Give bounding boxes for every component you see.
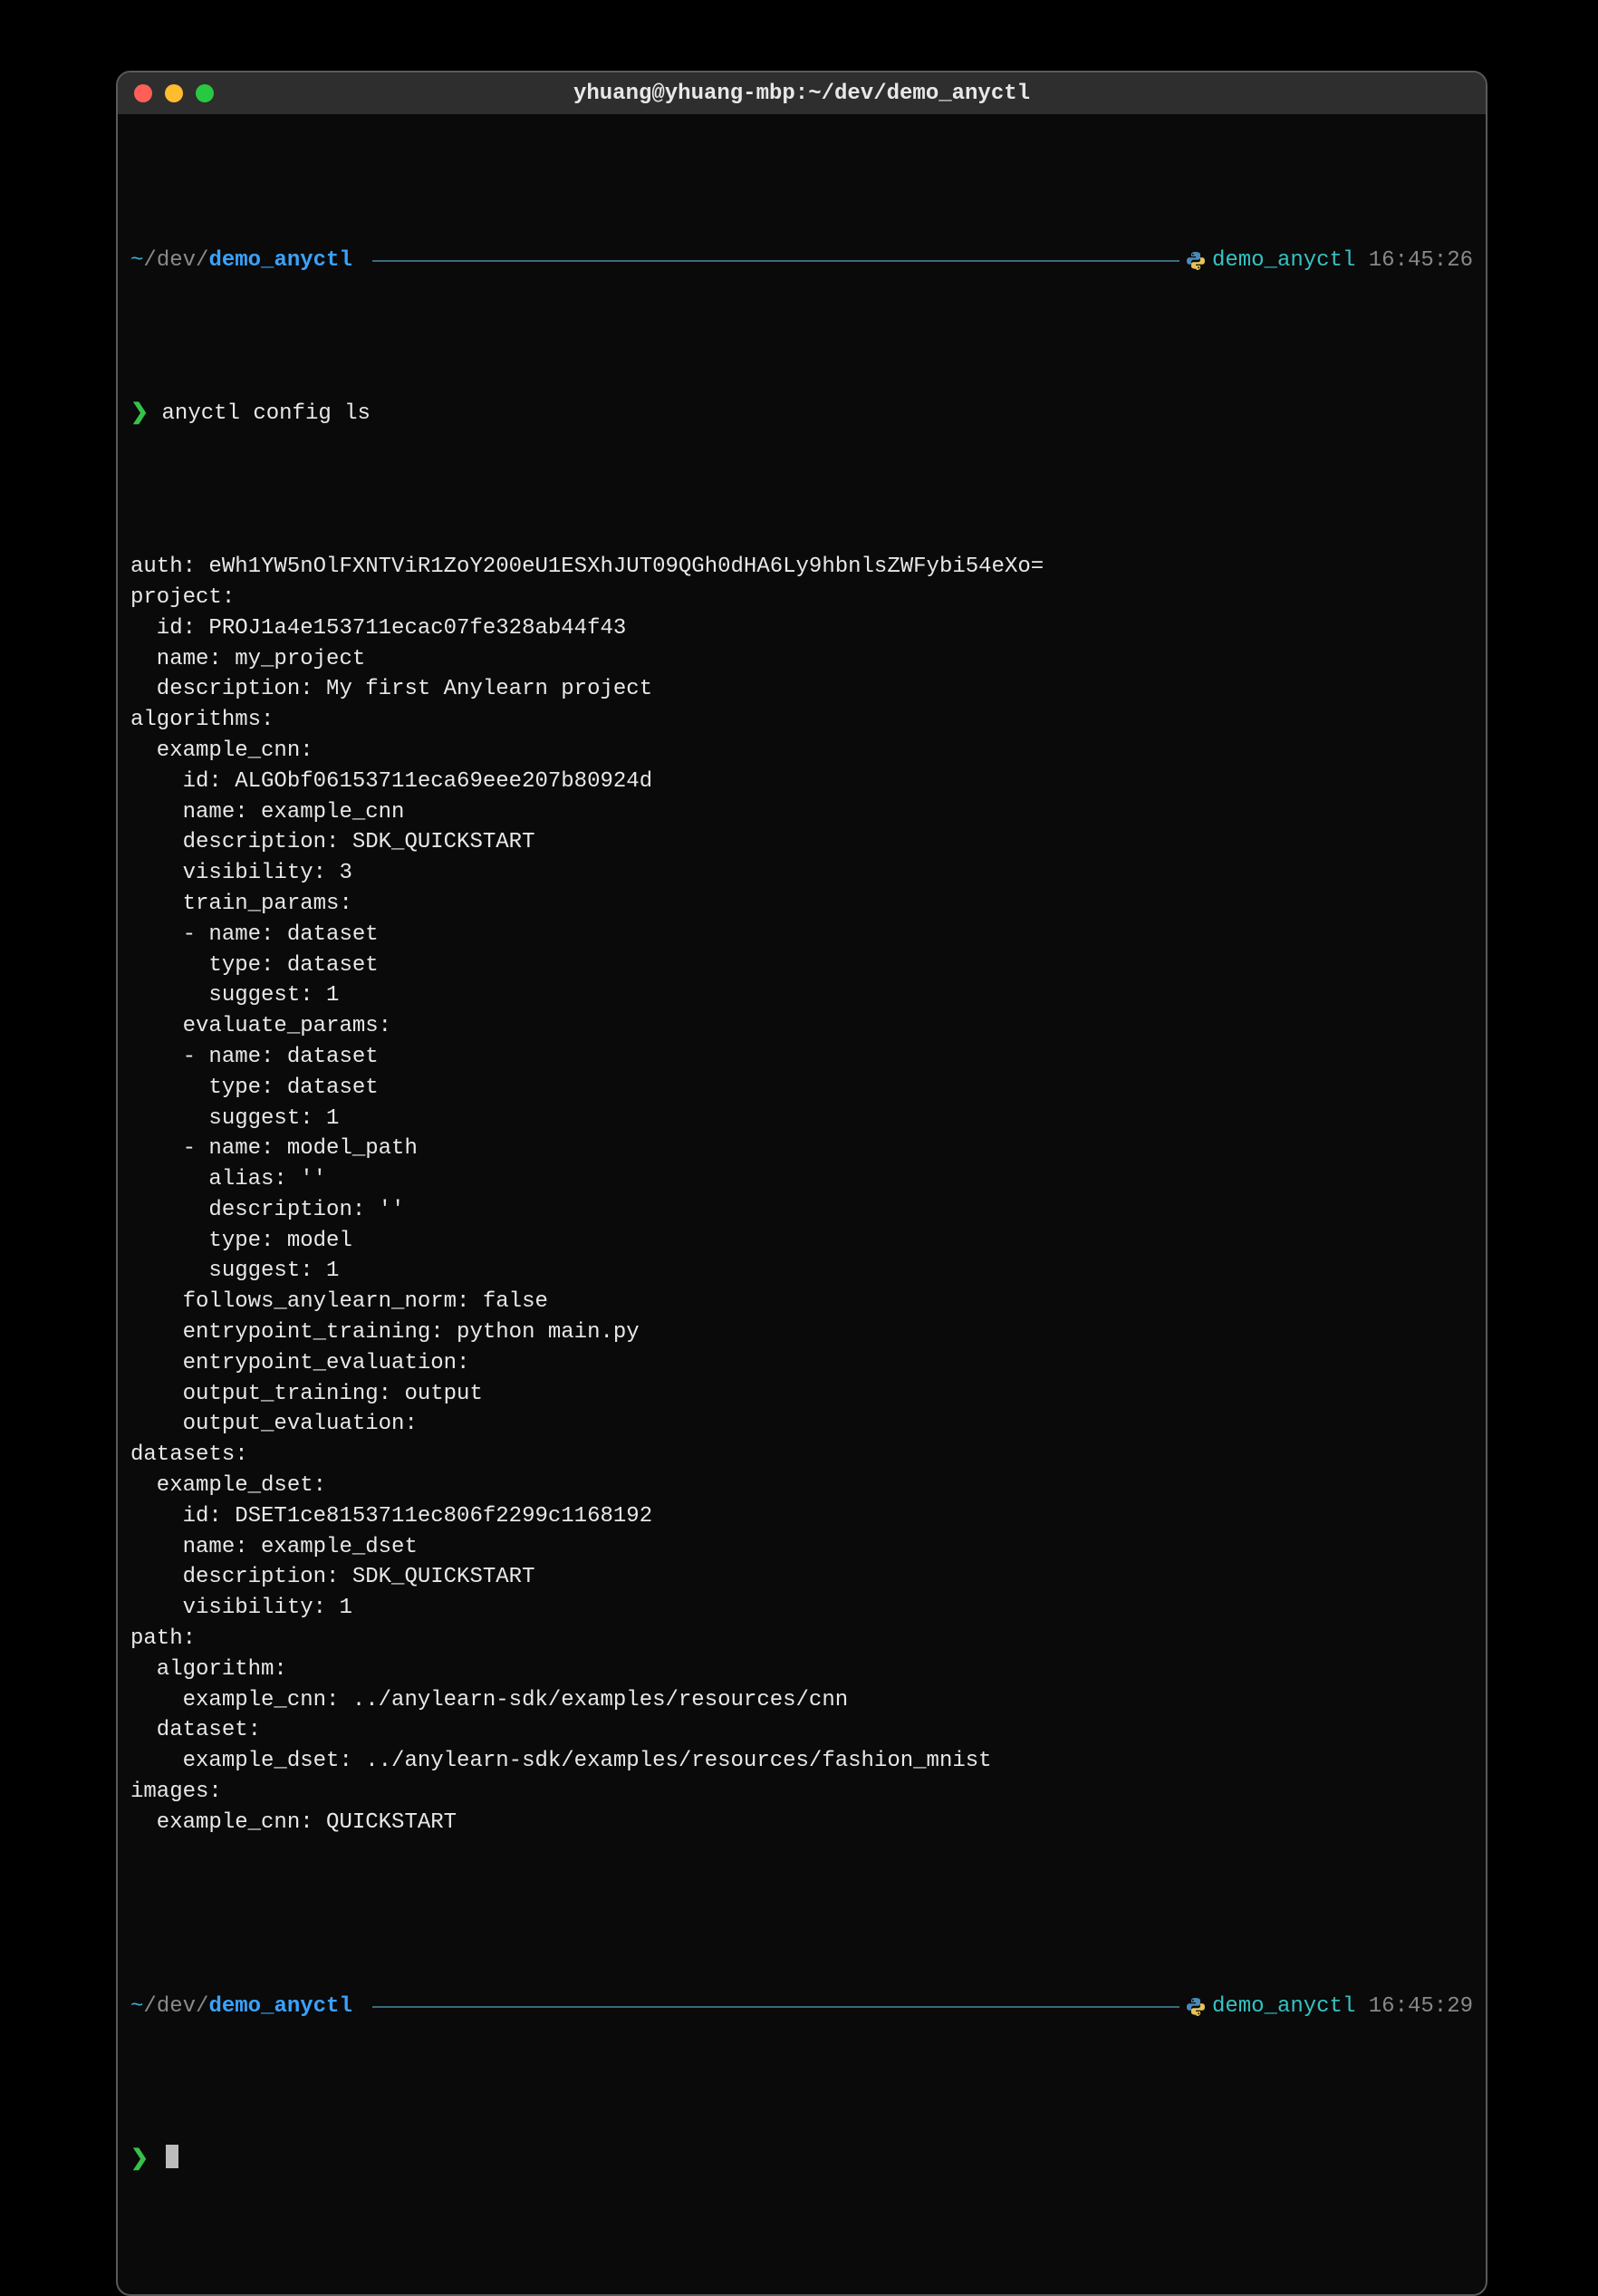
python-icon xyxy=(1187,1998,1205,2016)
path-sep: / xyxy=(143,246,156,276)
window-title: yhuang@yhuang-mbp:~/dev/demo_anyctl xyxy=(118,82,1486,106)
output-line: path: xyxy=(130,1624,1473,1654)
cursor xyxy=(166,2145,178,2168)
path-sep: / xyxy=(143,1992,156,2022)
output-line: visibility: 3 xyxy=(130,858,1473,889)
venv-name: demo_anyctl xyxy=(1212,246,1355,276)
traffic-lights xyxy=(134,84,214,102)
path-dev: dev xyxy=(157,1992,196,2022)
output-line: output_training: output xyxy=(130,1379,1473,1410)
output-line: auth: eWh1YW5nOlFXNTViR1ZoY200eU1ESXhJUT… xyxy=(130,552,1473,583)
zoom-icon[interactable] xyxy=(196,84,214,102)
output-line: evaluate_params: xyxy=(130,1011,1473,1042)
output-line: alias: '' xyxy=(130,1164,1473,1195)
output-line: description: SDK_QUICKSTART xyxy=(130,827,1473,858)
path-dir: demo_anyctl xyxy=(208,1992,351,2022)
output-line: entrypoint_training: python main.py xyxy=(130,1317,1473,1348)
prompt-line-1: ~/dev/demo_anyctl demo_anyctl 16:45:26 xyxy=(130,246,1473,276)
venv-name: demo_anyctl xyxy=(1212,1992,1355,2022)
output-line: entrypoint_evaluation: xyxy=(130,1348,1473,1379)
output-line: description: SDK_QUICKSTART xyxy=(130,1562,1473,1593)
output-line: - name: model_path xyxy=(130,1134,1473,1164)
output-line: example_cnn: xyxy=(130,736,1473,767)
output-line: output_evaluation: xyxy=(130,1409,1473,1440)
command-line-1: ❯ anyctl config ls xyxy=(130,399,1473,429)
prompt-arrow: ❯ xyxy=(130,401,149,426)
output-line xyxy=(130,1838,1473,1869)
command-text: anyctl config ls xyxy=(162,401,371,426)
output-line: type: dataset xyxy=(130,1073,1473,1104)
output-line: example_dset: xyxy=(130,1471,1473,1501)
output-line: visibility: 1 xyxy=(130,1593,1473,1624)
output-line: algorithms: xyxy=(130,705,1473,736)
clock-time: 16:45:29 xyxy=(1369,1992,1473,2022)
output-line: id: ALGObf06153711eca69eee207b80924d xyxy=(130,767,1473,797)
path-dir: demo_anyctl xyxy=(208,246,351,276)
minimize-icon[interactable] xyxy=(165,84,183,102)
output-line: - name: dataset xyxy=(130,1042,1473,1073)
output-line: - name: dataset xyxy=(130,920,1473,950)
output-line: type: dataset xyxy=(130,950,1473,981)
terminal-window: yhuang@yhuang-mbp:~/dev/demo_anyctl ~/de… xyxy=(116,71,1487,2296)
prompt-line-2: ~/dev/demo_anyctl demo_anyctl 16:45:29 xyxy=(130,1992,1473,2022)
command-output: auth: eWh1YW5nOlFXNTViR1ZoY200eU1ESXhJUT… xyxy=(130,552,1473,1868)
command-line-2[interactable]: ❯ xyxy=(130,2145,1473,2175)
output-line: name: my_project xyxy=(130,644,1473,675)
output-line: name: example_cnn xyxy=(130,797,1473,828)
output-line: suggest: 1 xyxy=(130,1256,1473,1287)
output-line: suggest: 1 xyxy=(130,1104,1473,1134)
output-line: datasets: xyxy=(130,1440,1473,1471)
terminal-body[interactable]: ~/dev/demo_anyctl demo_anyctl 16:45:26 ❯… xyxy=(118,114,1486,2294)
prompt-arrow: ❯ xyxy=(130,2147,149,2172)
rule-line xyxy=(372,260,1179,262)
output-line: description: '' xyxy=(130,1195,1473,1226)
close-icon[interactable] xyxy=(134,84,152,102)
output-line: suggest: 1 xyxy=(130,980,1473,1011)
path-tilde: ~ xyxy=(130,1992,143,2022)
rule-line xyxy=(372,2006,1179,2008)
path-tilde: ~ xyxy=(130,246,143,276)
output-line: description: My first Anylearn project xyxy=(130,674,1473,705)
output-line: images: xyxy=(130,1777,1473,1808)
path-sep: / xyxy=(196,1992,208,2022)
output-line: id: DSET1ce8153711ec806f2299c1168192 xyxy=(130,1501,1473,1532)
output-line: project: xyxy=(130,583,1473,613)
output-line: id: PROJ1a4e153711ecac07fe328ab44f43 xyxy=(130,613,1473,644)
path-sep: / xyxy=(196,246,208,276)
titlebar: yhuang@yhuang-mbp:~/dev/demo_anyctl xyxy=(118,72,1486,114)
output-line: example_cnn: QUICKSTART xyxy=(130,1808,1473,1838)
output-line: train_params: xyxy=(130,889,1473,920)
output-line: algorithm: xyxy=(130,1654,1473,1685)
output-line: name: example_dset xyxy=(130,1532,1473,1563)
output-line: dataset: xyxy=(130,1715,1473,1746)
output-line: example_dset: ../anylearn-sdk/examples/r… xyxy=(130,1746,1473,1777)
path-dev: dev xyxy=(157,246,196,276)
clock-time: 16:45:26 xyxy=(1369,246,1473,276)
python-icon xyxy=(1187,252,1205,270)
output-line: follows_anylearn_norm: false xyxy=(130,1287,1473,1317)
output-line: type: model xyxy=(130,1226,1473,1257)
output-line: example_cnn: ../anylearn-sdk/examples/re… xyxy=(130,1685,1473,1716)
